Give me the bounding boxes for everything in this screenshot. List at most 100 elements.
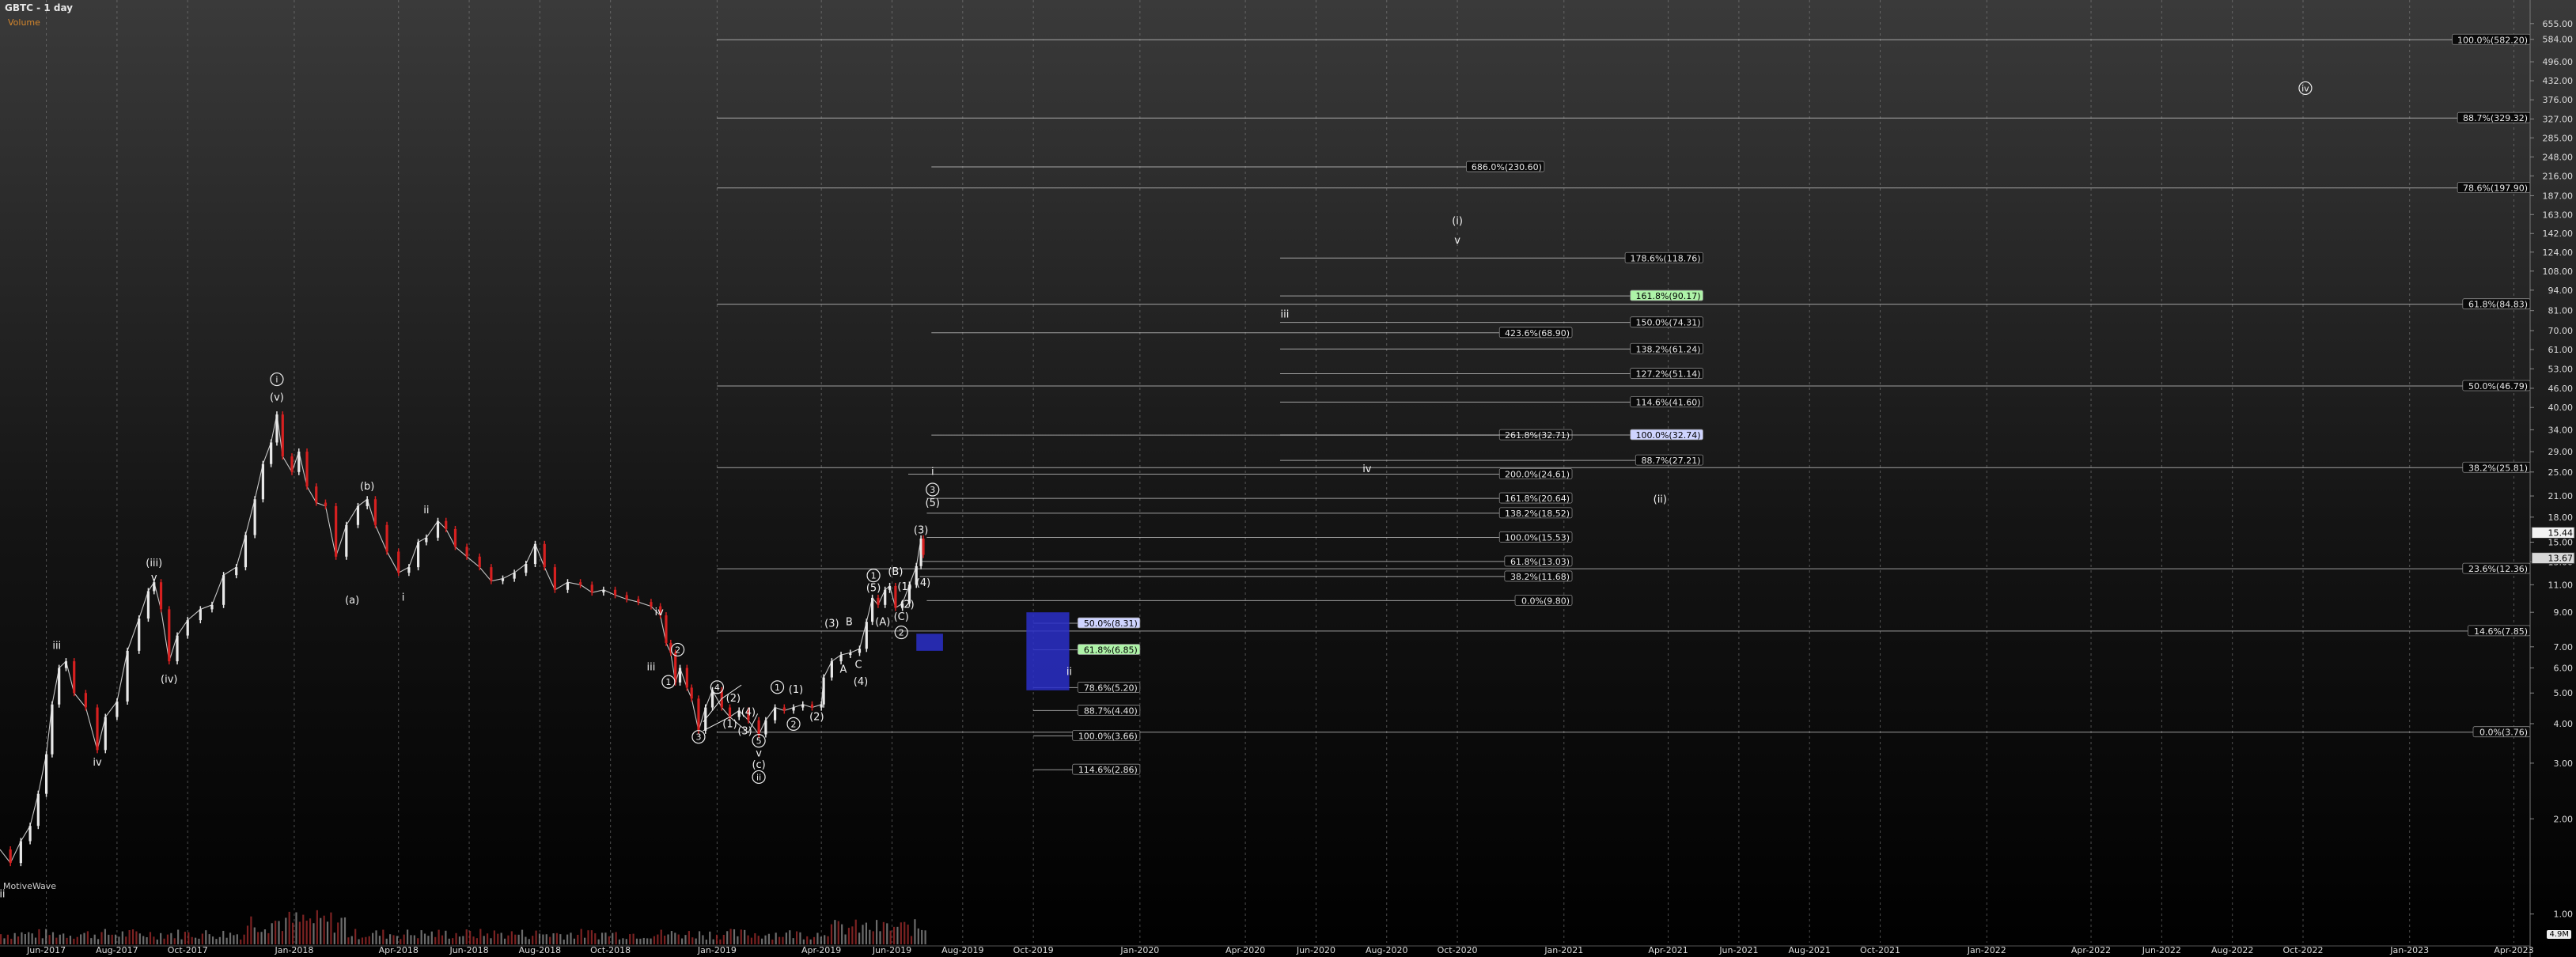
volume-bar: [243, 934, 245, 944]
volume-bar: [712, 939, 714, 944]
indicator-label[interactable]: Volume: [8, 17, 40, 28]
candle-body: [543, 543, 546, 568]
candle-body: [774, 707, 777, 721]
volume-bar: [24, 934, 26, 944]
y-tick-label: 108.00: [2543, 267, 2574, 277]
candle-body: [73, 661, 76, 694]
volume-bar: [365, 936, 367, 944]
wave-label: (i): [1452, 215, 1463, 227]
chart-title: GBTC - 1 day: [5, 2, 73, 13]
fib-label: 0.0%(9.80): [1521, 596, 1570, 606]
volume-bar: [757, 936, 760, 944]
volume-bar: [441, 935, 444, 944]
volume-bar: [38, 929, 40, 944]
volume-bar: [785, 932, 787, 944]
volume-bar: [809, 939, 812, 944]
y-tick-label: 496.00: [2543, 57, 2574, 67]
volume-bar: [368, 936, 370, 944]
x-tick-label: Oct-2017: [168, 945, 208, 955]
candle-body: [235, 567, 238, 576]
volume-bar: [698, 931, 701, 944]
price-chart[interactable]: 100.0%(582.20) 88.7%(329.32) 78.6%(197.90)…: [0, 0, 2576, 957]
volume-bar: [475, 938, 479, 944]
wave-label: (1): [789, 684, 803, 696]
wave-label: (C): [894, 611, 909, 623]
y-tick-label: 7.00: [2554, 642, 2574, 652]
volume-bar: [549, 936, 551, 944]
y-tick-label: 34.00: [2548, 425, 2574, 435]
volume-bar: [320, 917, 322, 944]
y-tick-label: 15.00: [2548, 537, 2574, 547]
candle-body: [366, 499, 369, 506]
candle-body: [513, 573, 516, 579]
y-tick-label: 584.00: [2543, 35, 2574, 45]
y-tick-label: 81.00: [2548, 306, 2574, 316]
y-tick-label: 29.00: [2548, 447, 2574, 457]
volume-bar: [497, 933, 499, 944]
chart-area[interactable]: 100.0%(582.20) 88.7%(329.32) 78.6%(197.90)…: [0, 0, 2576, 957]
volume-bar: [670, 931, 673, 944]
volume-bar: [684, 935, 687, 944]
volume-bar: [378, 936, 381, 944]
volume-bar: [876, 920, 878, 944]
volume-bar: [629, 934, 631, 944]
volume-bar: [465, 929, 468, 944]
volume-bar: [361, 937, 364, 944]
candle-body: [104, 717, 107, 751]
volume-bar: [594, 933, 597, 944]
wave-label: (a): [345, 595, 359, 607]
wave-label: (4): [854, 676, 868, 688]
volume-bar: [406, 929, 409, 944]
volume-bar: [41, 938, 44, 944]
volume-bar: [555, 932, 559, 944]
fib-label: 50.0%(46.79): [2468, 381, 2528, 392]
volume-bar: [198, 938, 200, 944]
wave-label: iv: [2301, 83, 2309, 93]
candle-body: [650, 602, 653, 607]
candle-body: [830, 661, 833, 678]
fib-label: 178.6%(118.76): [1630, 253, 1700, 263]
wave-label: iv: [655, 607, 665, 618]
volume-bar: [403, 934, 405, 944]
volume-bar: [664, 935, 666, 944]
volume-bar: [917, 928, 919, 944]
volume-bar: [125, 936, 127, 944]
y-tick-label: 142.00: [2543, 229, 2574, 239]
volume-bar: [837, 921, 839, 944]
volume-bar: [271, 923, 273, 944]
volume-bar: [63, 933, 65, 944]
x-tick-label: Aug-2020: [1366, 945, 1407, 955]
fib-label: 161.8%(20.64): [1505, 494, 1570, 504]
volume-bar: [21, 932, 23, 944]
volume-bar: [462, 936, 464, 944]
volume-bar: [257, 932, 259, 944]
volume-bar: [438, 929, 440, 944]
volume-bar: [816, 932, 819, 944]
y-tick-label: 11.00: [2548, 580, 2574, 590]
volume-bar: [830, 924, 833, 944]
x-tick-label: Apr-2018: [379, 945, 419, 955]
volume-bar: [924, 930, 926, 944]
volume-bar: [295, 912, 297, 944]
volume-bar: [709, 931, 711, 944]
volume-bar: [302, 914, 305, 944]
volume-bar: [615, 932, 617, 944]
x-tick-label: Jun-2020: [1296, 945, 1335, 955]
candle-body: [737, 710, 741, 717]
volume-bar: [333, 932, 335, 944]
candle-body: [44, 754, 48, 794]
volume-bar: [340, 917, 343, 944]
wave-label: (iv): [161, 674, 177, 686]
volume-bar: [233, 935, 235, 944]
volume-bar: [59, 934, 61, 944]
volume-bar: [660, 929, 662, 944]
wave-label: i: [402, 592, 405, 603]
volume-bar: [195, 937, 197, 944]
x-tick-label: Oct-2020: [1438, 945, 1478, 955]
wave-label: (3): [824, 618, 839, 630]
volume-bar: [177, 929, 180, 944]
volume-bar: [323, 915, 325, 944]
y-tick-label: 18.00: [2548, 513, 2574, 523]
volume-bar: [674, 932, 676, 944]
volume-bar: [201, 933, 203, 944]
